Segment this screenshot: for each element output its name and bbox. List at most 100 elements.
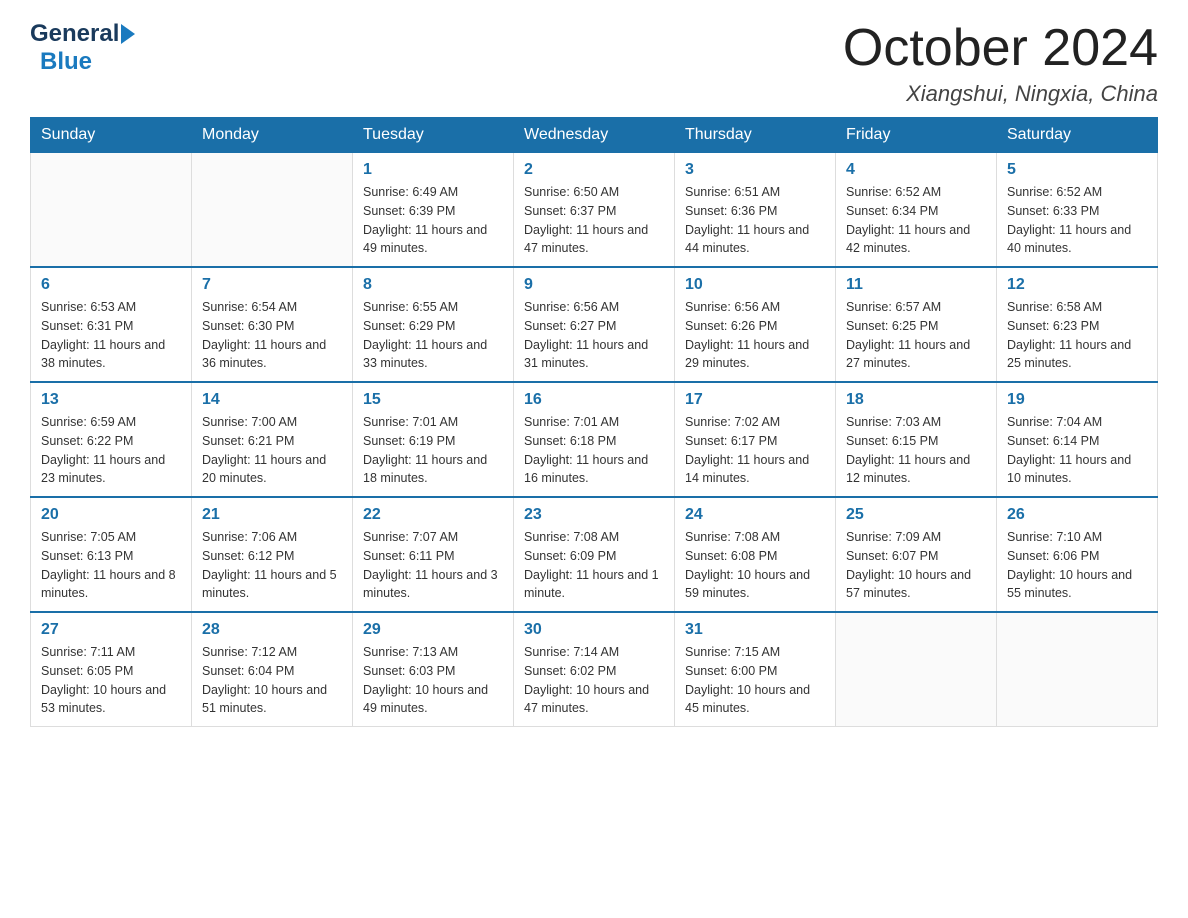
calendar-cell (31, 153, 192, 268)
day-number: 17 (685, 391, 825, 409)
day-number: 9 (524, 276, 664, 294)
week-row-1: 1 Sunrise: 6:49 AMSunset: 6:39 PMDaylight… (31, 153, 1158, 268)
title-area: October 2024 Xiangshui, Ningxia, China (843, 20, 1158, 107)
day-number: 12 (1007, 276, 1147, 294)
calendar-cell: 31 Sunrise: 7:15 AMSunset: 6:00 PMDayligh… (675, 612, 836, 727)
day-info: Sunrise: 6:58 AMSunset: 6:23 PMDaylight:… (1007, 298, 1147, 373)
calendar-cell: 7Sunrise: 6:54 AMSunset: 6:30 PMDaylight… (192, 267, 353, 382)
day-number: 15 (363, 391, 503, 409)
day-info: Sunrise: 6:49 AMSunset: 6:39 PMDaylight:… (363, 183, 503, 258)
calendar-cell: 16 Sunrise: 7:01 AMSunset: 6:18 PMDayligh… (514, 382, 675, 497)
calendar-cell: 19Sunrise: 7:04 AMSunset: 6:14 PMDayligh… (997, 382, 1158, 497)
day-info: Sunrise: 7:02 AMSunset: 6:17 PMDaylight:… (685, 413, 825, 488)
calendar-cell: 2 Sunrise: 6:50 AMSunset: 6:37 PMDaylight… (514, 153, 675, 268)
day-info: Sunrise: 6:59 AMSunset: 6:22 PMDaylight:… (41, 413, 181, 488)
calendar-cell: 1 Sunrise: 6:49 AMSunset: 6:39 PMDaylight… (353, 153, 514, 268)
header-saturday: Saturday (997, 118, 1158, 153)
header-thursday: Thursday (675, 118, 836, 153)
location-title: Xiangshui, Ningxia, China (843, 81, 1158, 107)
day-number: 31 (685, 621, 825, 639)
header-monday: Monday (192, 118, 353, 153)
calendar-cell: 4Sunrise: 6:52 AMSunset: 6:34 PMDaylight… (836, 153, 997, 268)
calendar-header-row: SundayMondayTuesdayWednesdayThursdayFrid… (31, 118, 1158, 153)
calendar-cell: 17 Sunrise: 7:02 AMSunset: 6:17 PMDayligh… (675, 382, 836, 497)
day-number: 25 (846, 506, 986, 524)
calendar-cell: 24 Sunrise: 7:08 AMSunset: 6:08 PMDayligh… (675, 497, 836, 612)
day-number: 22 (363, 506, 503, 524)
day-number: 21 (202, 506, 342, 524)
day-number: 28 (202, 621, 342, 639)
calendar-cell: 12 Sunrise: 6:58 AMSunset: 6:23 PMDayligh… (997, 267, 1158, 382)
day-number: 13 (41, 391, 181, 409)
calendar-cell: 13 Sunrise: 6:59 AMSunset: 6:22 PMDayligh… (31, 382, 192, 497)
header-wednesday: Wednesday (514, 118, 675, 153)
logo-area: General Blue (30, 20, 135, 76)
day-info: Sunrise: 7:04 AMSunset: 6:14 PMDaylight:… (1007, 413, 1147, 488)
day-number: 29 (363, 621, 503, 639)
calendar-cell: 27 Sunrise: 7:11 AMSunset: 6:05 PMDayligh… (31, 612, 192, 727)
day-info: Sunrise: 6:51 AMSunset: 6:36 PMDaylight:… (685, 183, 825, 258)
week-row-5: 27 Sunrise: 7:11 AMSunset: 6:05 PMDayligh… (31, 612, 1158, 727)
week-row-4: 20 Sunrise: 7:05 AMSunset: 6:13 PMDayligh… (31, 497, 1158, 612)
calendar-cell: 22 Sunrise: 7:07 AMSunset: 6:11 PMDayligh… (353, 497, 514, 612)
day-number: 8 (363, 276, 503, 294)
calendar-cell: 30 Sunrise: 7:14 AMSunset: 6:02 PMDayligh… (514, 612, 675, 727)
day-number: 24 (685, 506, 825, 524)
day-number: 27 (41, 621, 181, 639)
day-info: Sunrise: 7:05 AMSunset: 6:13 PMDaylight:… (41, 528, 181, 603)
day-info: Sunrise: 7:08 AMSunset: 6:08 PMDaylight:… (685, 528, 825, 603)
day-number: 2 (524, 161, 664, 179)
day-number: 3 (685, 161, 825, 179)
header: General Blue October 2024 Xiangshui, Nin… (30, 20, 1158, 107)
day-number: 20 (41, 506, 181, 524)
day-info: Sunrise: 6:57 AMSunset: 6:25 PMDaylight:… (846, 298, 986, 373)
day-number: 30 (524, 621, 664, 639)
day-info: Sunrise: 7:12 AMSunset: 6:04 PMDaylight:… (202, 643, 342, 718)
day-number: 16 (524, 391, 664, 409)
day-info: Sunrise: 7:01 AMSunset: 6:19 PMDaylight:… (363, 413, 503, 488)
header-tuesday: Tuesday (353, 118, 514, 153)
day-number: 18 (846, 391, 986, 409)
day-info: Sunrise: 6:54 AMSunset: 6:30 PMDaylight:… (202, 298, 342, 373)
calendar-cell: 11 Sunrise: 6:57 AMSunset: 6:25 PMDayligh… (836, 267, 997, 382)
calendar-cell: 15 Sunrise: 7:01 AMSunset: 6:19 PMDayligh… (353, 382, 514, 497)
calendar-cell (192, 153, 353, 268)
calendar-cell: 5Sunrise: 6:52 AMSunset: 6:33 PMDaylight… (997, 153, 1158, 268)
day-number: 1 (363, 161, 503, 179)
calendar-cell: 23 Sunrise: 7:08 AMSunset: 6:09 PMDayligh… (514, 497, 675, 612)
calendar-cell: 21Sunrise: 7:06 AMSunset: 6:12 PMDayligh… (192, 497, 353, 612)
day-info: Sunrise: 7:03 AMSunset: 6:15 PMDaylight:… (846, 413, 986, 488)
header-friday: Friday (836, 118, 997, 153)
day-number: 23 (524, 506, 664, 524)
week-row-2: 6Sunrise: 6:53 AMSunset: 6:31 PMDaylight… (31, 267, 1158, 382)
calendar-cell: 28 Sunrise: 7:12 AMSunset: 6:04 PMDayligh… (192, 612, 353, 727)
calendar-cell (997, 612, 1158, 727)
header-sunday: Sunday (31, 118, 192, 153)
day-info: Sunrise: 7:11 AMSunset: 6:05 PMDaylight:… (41, 643, 181, 718)
calendar-cell: 26Sunrise: 7:10 AMSunset: 6:06 PMDayligh… (997, 497, 1158, 612)
calendar-cell: 20 Sunrise: 7:05 AMSunset: 6:13 PMDayligh… (31, 497, 192, 612)
day-number: 14 (202, 391, 342, 409)
day-number: 26 (1007, 506, 1147, 524)
calendar-cell: 25 Sunrise: 7:09 AMSunset: 6:07 PMDayligh… (836, 497, 997, 612)
calendar-cell: 14Sunrise: 7:00 AMSunset: 6:21 PMDayligh… (192, 382, 353, 497)
logo-arrow-icon (121, 24, 135, 44)
day-info: Sunrise: 7:08 AMSunset: 6:09 PMDaylight:… (524, 528, 664, 603)
logo-blue-text: Blue (40, 48, 92, 75)
calendar-cell: 6Sunrise: 6:53 AMSunset: 6:31 PMDaylight… (31, 267, 192, 382)
day-info: Sunrise: 6:56 AMSunset: 6:27 PMDaylight:… (524, 298, 664, 373)
day-number: 6 (41, 276, 181, 294)
day-info: Sunrise: 6:50 AMSunset: 6:37 PMDaylight:… (524, 183, 664, 258)
day-info: Sunrise: 7:07 AMSunset: 6:11 PMDaylight:… (363, 528, 503, 603)
day-info: Sunrise: 7:01 AMSunset: 6:18 PMDaylight:… (524, 413, 664, 488)
day-info: Sunrise: 7:13 AMSunset: 6:03 PMDaylight:… (363, 643, 503, 718)
day-info: Sunrise: 7:14 AMSunset: 6:02 PMDaylight:… (524, 643, 664, 718)
day-info: Sunrise: 7:09 AMSunset: 6:07 PMDaylight:… (846, 528, 986, 603)
week-row-3: 13 Sunrise: 6:59 AMSunset: 6:22 PMDayligh… (31, 382, 1158, 497)
day-number: 11 (846, 276, 986, 294)
calendar-cell: 10Sunrise: 6:56 AMSunset: 6:26 PMDayligh… (675, 267, 836, 382)
calendar-cell: 3 Sunrise: 6:51 AMSunset: 6:36 PMDaylight… (675, 153, 836, 268)
day-info: Sunrise: 7:15 AMSunset: 6:00 PMDaylight:… (685, 643, 825, 718)
day-number: 5 (1007, 161, 1147, 179)
logo-general-text: General (30, 20, 119, 48)
